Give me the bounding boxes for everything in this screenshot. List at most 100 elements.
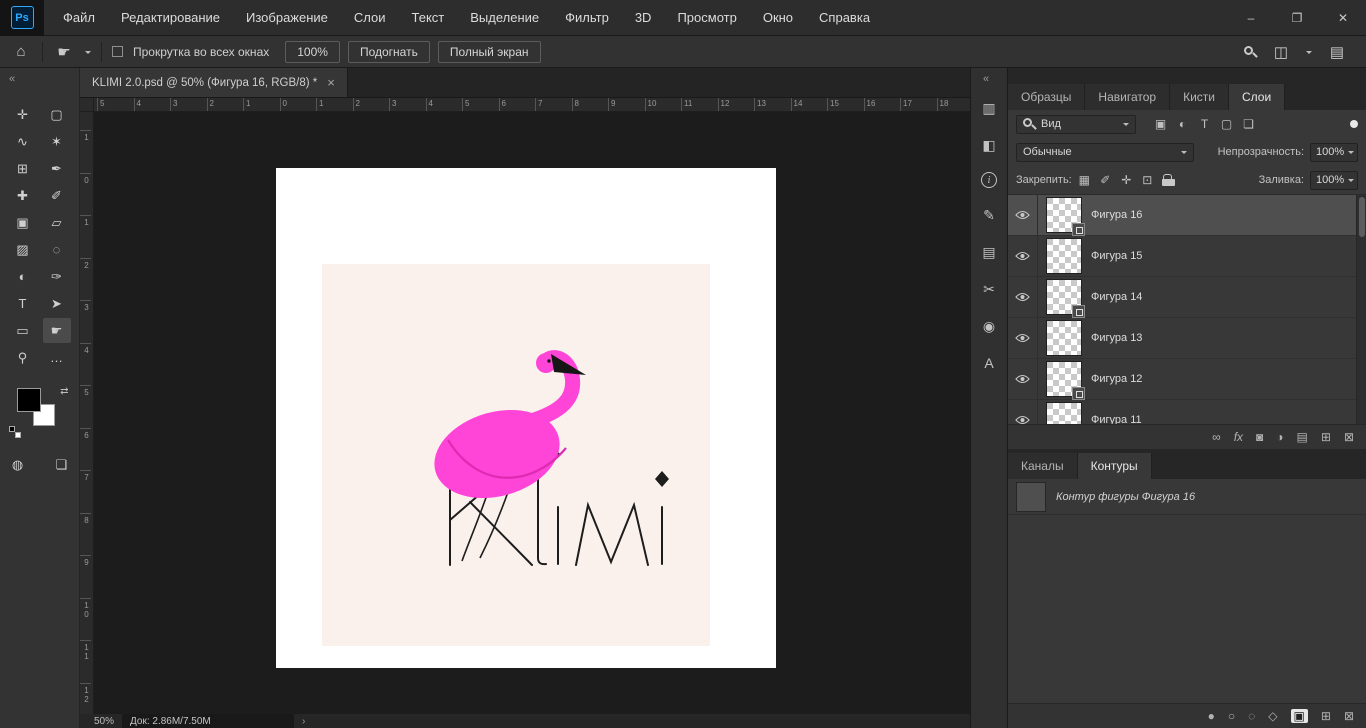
options-button[interactable]: Полный экран (437, 40, 541, 63)
new-layer-icon[interactable]: ⊞ (1321, 430, 1331, 444)
path-thumbnail[interactable] (1016, 481, 1046, 512)
filter-smart-objects-icon[interactable]: ❏ (1242, 117, 1255, 131)
layer-thumbnail[interactable] (1046, 402, 1082, 424)
filter-type-layers-icon[interactable]: T (1198, 117, 1211, 131)
lasso-tool-icon[interactable]: ∿ (9, 129, 37, 154)
adjustments-panel-icon[interactable]: ◧ (979, 135, 999, 155)
visibility-eye-icon[interactable] (1008, 318, 1038, 358)
path-row[interactable]: Контур фигуры Фигура 16 (1008, 479, 1366, 515)
zoom-level[interactable]: 50% (94, 716, 114, 727)
expand-panels-icon[interactable]: « (971, 68, 1007, 88)
scrollbar-thumb[interactable] (1359, 197, 1365, 237)
layer-row[interactable]: Фигура 15 (1008, 236, 1366, 277)
menu-item[interactable]: 3D (622, 0, 665, 35)
close-tab-icon[interactable]: × (327, 75, 335, 90)
restore-button[interactable]: ❐ (1274, 0, 1320, 35)
healing-brush-tool-icon[interactable]: ✚ (9, 183, 37, 208)
options-button[interactable]: Подогнать (347, 40, 430, 63)
layer-thumbnail[interactable] (1046, 238, 1082, 274)
document-tab[interactable]: KLIMI 2.0.psd @ 50% (Фигура 16, RGB/8) *… (80, 68, 348, 97)
shape-tool-icon[interactable]: ▭ (9, 318, 37, 343)
quick-mask-icon[interactable]: ◍ (4, 452, 32, 477)
layer-group-icon[interactable]: ▤ (1297, 430, 1308, 444)
clone-stamp-tool-icon[interactable]: ▣ (9, 210, 37, 235)
visibility-eye-icon[interactable] (1008, 195, 1038, 235)
home-icon[interactable]: ⌂ (10, 43, 32, 60)
filter-pixel-layers-icon[interactable]: ▣ (1154, 117, 1167, 131)
lock-pixels-icon[interactable]: ✐ (1099, 173, 1112, 187)
current-tool-hand-icon[interactable]: ☛ (53, 43, 75, 61)
swap-colors-icon[interactable]: ⇄ (60, 386, 68, 397)
filter-shape-layers-icon[interactable]: ▢ (1220, 117, 1233, 131)
adjustment-layer-icon[interactable]: ◑ (1276, 430, 1283, 444)
panel-tab[interactable]: Кисти (1170, 84, 1229, 110)
menu-item[interactable]: Окно (750, 0, 806, 35)
blur-tool-icon[interactable]: ◌ (43, 237, 71, 262)
mask-from-path-icon[interactable]: ◇ (1268, 709, 1277, 723)
lock-artboard-icon[interactable]: ⊡ (1141, 173, 1154, 187)
clone-source-panel-icon[interactable]: ▤ (979, 242, 999, 262)
panel-tab[interactable]: Слои (1228, 84, 1286, 110)
layer-row[interactable]: Фигура 14 (1008, 277, 1366, 318)
layer-mask-icon[interactable]: ◙ (1256, 430, 1263, 444)
layer-filter-select[interactable]: Вид (1016, 114, 1136, 134)
panel-tab[interactable]: Навигатор (1085, 84, 1171, 110)
visibility-eye-icon[interactable] (1008, 236, 1038, 276)
dodge-tool-icon[interactable]: ◐ (9, 264, 37, 289)
layer-effects-icon[interactable]: fx (1234, 430, 1243, 444)
scroll-all-windows-checkbox[interactable] (112, 46, 123, 57)
menu-item[interactable]: Редактирование (108, 0, 233, 35)
gradient-tool-icon[interactable]: ▨ (9, 237, 37, 262)
brush-settings-panel-icon[interactable]: ✎ (979, 205, 999, 225)
pasteboard[interactable] (94, 112, 970, 714)
zoom-tool-icon[interactable]: ⚲ (9, 345, 37, 370)
panel-tab[interactable]: Каналы (1008, 453, 1078, 479)
default-colors-icon[interactable] (8, 426, 21, 438)
visibility-eye-icon[interactable] (1008, 359, 1038, 399)
filter-adjustment-layers-icon[interactable]: ◐ (1176, 117, 1189, 131)
menu-item[interactable]: Просмотр (664, 0, 749, 35)
spiral-panel-icon[interactable]: ◉ (979, 316, 999, 336)
magic-wand-tool-icon[interactable]: ✶ (43, 129, 71, 154)
blend-mode-select[interactable]: Обычные (1016, 142, 1194, 162)
layer-row[interactable]: Фигура 11 (1008, 400, 1366, 424)
chevron-down-icon[interactable] (1306, 50, 1312, 57)
lock-transparency-icon[interactable]: ▦ (1078, 173, 1091, 187)
info-panel-icon[interactable]: i (981, 172, 997, 188)
workspace-icon[interactable]: ▤ (1326, 43, 1348, 61)
lock-all-icon[interactable] (1161, 174, 1175, 186)
layer-thumbnail[interactable] (1046, 361, 1085, 400)
eraser-tool-icon[interactable]: ▱ (43, 210, 71, 235)
filter-toggle-icon[interactable] (1350, 120, 1358, 128)
shape-from-path-icon[interactable]: ▣ (1290, 709, 1308, 723)
menu-item[interactable]: Файл (50, 0, 108, 35)
cut-panel-icon[interactable]: ✂ (979, 279, 999, 299)
stroke-path-icon[interactable]: ○ (1228, 709, 1235, 723)
foreground-color-swatch[interactable] (16, 388, 41, 412)
menu-item[interactable]: Слои (341, 0, 399, 35)
menu-item[interactable]: Выделение (457, 0, 552, 35)
glyphs-panel-icon[interactable]: A (979, 353, 999, 373)
new-path-icon[interactable]: ⊞ (1321, 709, 1331, 723)
crop-tool-icon[interactable]: ⊞ (9, 156, 37, 181)
layer-thumbnail[interactable] (1046, 320, 1082, 356)
layer-row[interactable]: Фигура 16 (1008, 195, 1366, 236)
eyedropper-tool-icon[interactable]: ✒ (43, 156, 71, 181)
panel-tab[interactable]: Образцы (1008, 84, 1086, 110)
more-tools-icon[interactable]: … (43, 345, 71, 370)
menu-item[interactable]: Фильтр (552, 0, 622, 35)
delete-layer-icon[interactable]: ⊠ (1344, 430, 1354, 444)
menu-item[interactable]: Текст (399, 0, 458, 35)
fill-value[interactable]: 100% (1310, 170, 1358, 190)
panel-toggle-icon[interactable]: ◫ (1270, 43, 1292, 61)
selection-from-path-icon[interactable]: ◌ (1248, 709, 1255, 723)
menu-item[interactable]: Справка (806, 0, 883, 35)
screen-mode-icon[interactable]: ❏ (48, 452, 76, 477)
layer-row[interactable]: Фигура 12 (1008, 359, 1366, 400)
delete-path-icon[interactable]: ⊠ (1344, 709, 1354, 723)
libraries-panel-icon[interactable]: ▥ (979, 98, 999, 118)
brush-tool-icon[interactable]: ✐ (43, 183, 71, 208)
marquee-tool-icon[interactable]: ▢ (43, 102, 71, 127)
link-layers-icon[interactable]: ∞ (1212, 430, 1221, 444)
hand-tool-icon[interactable]: ☛ (42, 318, 71, 343)
